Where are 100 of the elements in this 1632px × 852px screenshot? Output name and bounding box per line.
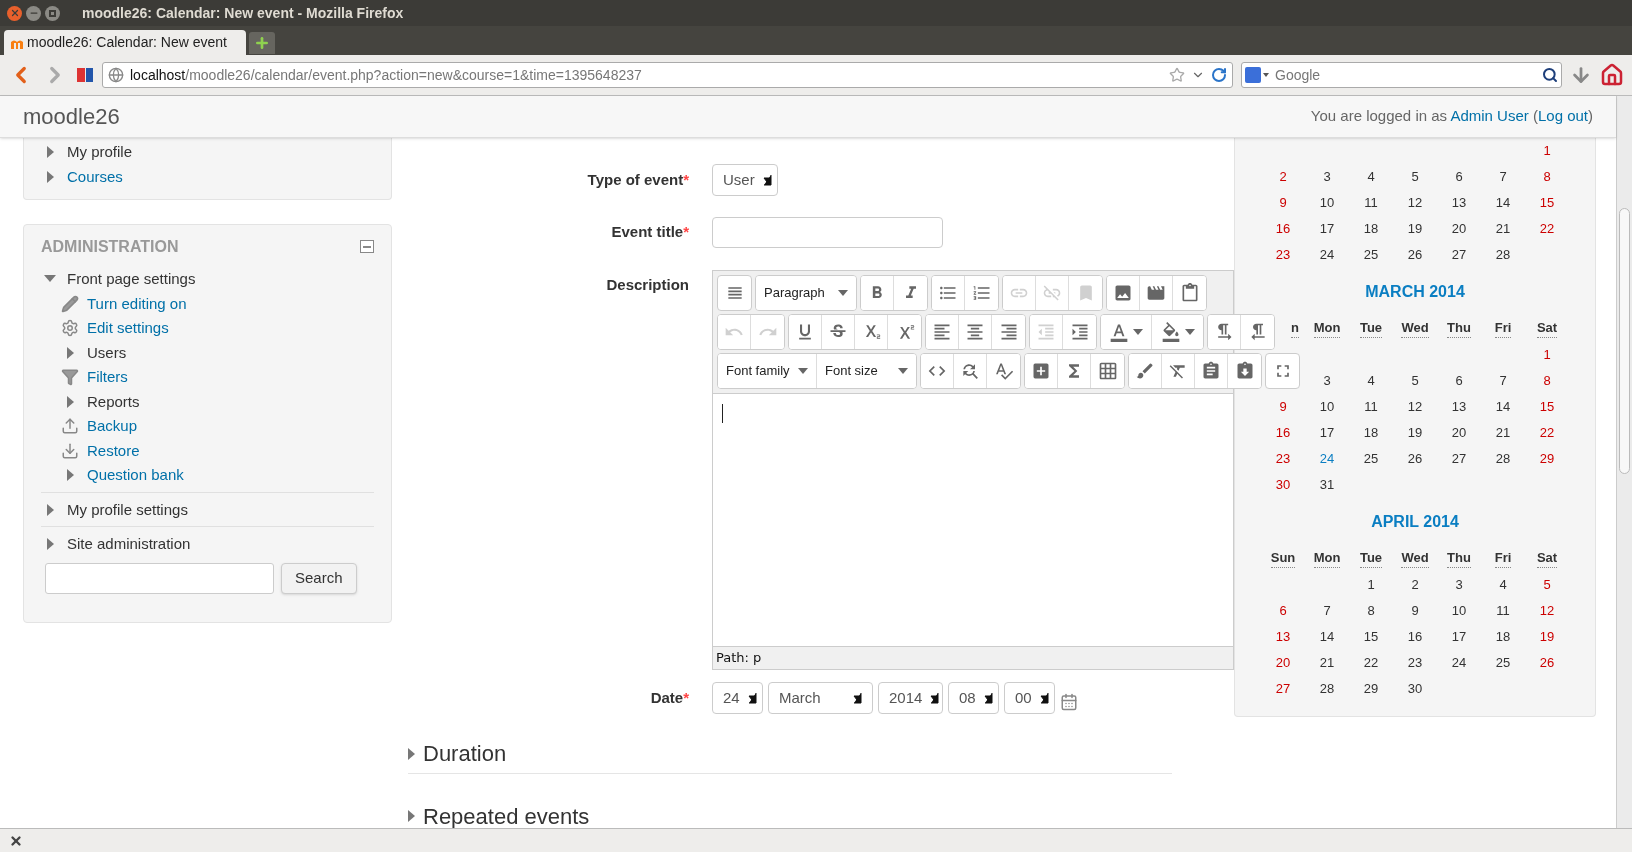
search-bar[interactable]: Google <box>1241 62 1562 88</box>
toolbar-button[interactable] <box>1107 276 1140 310</box>
calendar-day[interactable]: 25 <box>1363 449 1379 469</box>
nav-link[interactable]: Restore <box>87 439 140 462</box>
nav-link[interactable]: Question bank <box>87 464 184 487</box>
calendar-day[interactable]: 11 <box>1364 397 1378 417</box>
calendar-day[interactable]: 27 <box>1275 679 1291 699</box>
calendar-day[interactable]: 23 <box>1275 245 1291 265</box>
calendar-day[interactable]: 19 <box>1407 423 1423 443</box>
calendar-day[interactable]: 28 <box>1319 679 1335 699</box>
calendar-day[interactable]: 10 <box>1319 193 1335 213</box>
calendar-day[interactable]: 21 <box>1319 653 1335 673</box>
calendar-day[interactable]: 22 <box>1539 219 1555 239</box>
calendar-day[interactable]: 12 <box>1539 601 1555 621</box>
nav-item[interactable]: Users <box>87 341 127 364</box>
toolbar-button[interactable] <box>932 276 965 310</box>
calendar-day[interactable]: 4 <box>1499 575 1507 595</box>
calendar-day[interactable]: 30 <box>1407 679 1423 699</box>
calendar-day[interactable]: 8 <box>1543 371 1551 391</box>
calendar-day[interactable]: 24 <box>1451 653 1467 673</box>
calendar-day[interactable]: 23 <box>1275 449 1291 469</box>
toolbar-button[interactable] <box>861 276 894 310</box>
nav-link[interactable]: Backup <box>87 415 138 438</box>
toolbar-button[interactable] <box>1101 315 1152 349</box>
calendar-day[interactable]: 26 <box>1407 245 1423 265</box>
calendar-day[interactable]: 27 <box>1451 245 1467 265</box>
calendar-day[interactable]: 23 <box>1407 653 1423 673</box>
toolbar-button[interactable] <box>789 315 822 349</box>
calendar-day[interactable]: 4 <box>1367 371 1375 391</box>
calendar-day[interactable]: 2 <box>1411 575 1419 595</box>
toolbar-button[interactable] <box>1265 353 1300 389</box>
calendar-day[interactable]: 15 <box>1539 193 1555 213</box>
calendar-day[interactable]: 31 <box>1319 475 1335 495</box>
calendar-day[interactable]: 2 <box>1279 167 1287 187</box>
calendar-day[interactable]: 22 <box>1539 423 1555 443</box>
calendar-day[interactable]: 9 <box>1279 193 1287 213</box>
calendar-day[interactable]: 10 <box>1319 397 1335 417</box>
calendar-day[interactable]: 11 <box>1364 193 1378 213</box>
calendar-day[interactable]: 8 <box>1367 601 1375 621</box>
date-select[interactable]: 00 <box>1004 682 1055 714</box>
date-select[interactable]: March <box>768 682 873 714</box>
logout-link[interactable]: Log out <box>1537 107 1588 125</box>
user-link[interactable]: Admin User <box>1450 107 1529 125</box>
toolbar-button[interactable] <box>921 354 954 388</box>
toolbar-button[interactable] <box>717 275 752 311</box>
calendar-day[interactable]: 25 <box>1495 653 1511 673</box>
collapse-icon[interactable] <box>360 240 374 254</box>
addon-icon[interactable] <box>76 66 94 84</box>
calendar-day[interactable]: 7 <box>1323 601 1331 621</box>
calendar-day[interactable]: 7 <box>1499 167 1507 187</box>
calendar-day[interactable]: 13 <box>1451 193 1467 213</box>
calendar-day[interactable]: 18 <box>1363 423 1379 443</box>
calendar-day[interactable]: 17 <box>1451 627 1467 647</box>
calendar-day[interactable]: 9 <box>1411 601 1419 621</box>
calendar-day[interactable]: 1 <box>1367 575 1375 595</box>
calendar-day[interactable]: 14 <box>1495 193 1511 213</box>
calendar-day[interactable]: 28 <box>1495 449 1511 469</box>
search-icon[interactable] <box>1542 67 1558 83</box>
toolbar-button[interactable] <box>1208 315 1241 349</box>
calendar-day[interactable]: 26 <box>1407 449 1423 469</box>
toolbar-button[interactable] <box>926 315 959 349</box>
nav-link[interactable]: Courses <box>67 165 123 188</box>
calendar-day[interactable]: 22 <box>1363 653 1379 673</box>
nav-item[interactable]: My profile <box>67 141 133 164</box>
toolbar-dropdown[interactable]: Font family <box>718 354 817 388</box>
event-type-select[interactable]: User <box>712 164 778 196</box>
calendar-day[interactable]: 15 <box>1539 397 1555 417</box>
home-icon[interactable] <box>1600 63 1624 87</box>
calendar-day[interactable]: 18 <box>1363 219 1379 239</box>
scrollbar[interactable] <box>1616 96 1632 828</box>
toolbar-button[interactable] <box>1025 354 1058 388</box>
calendar-day[interactable]: 20 <box>1451 423 1467 443</box>
calendar-day[interactable]: 3 <box>1455 575 1463 595</box>
date-select[interactable]: 2014 <box>878 682 943 714</box>
toolbar-dropdown[interactable]: Paragraph <box>756 276 856 310</box>
calendar-day[interactable]: 5 <box>1411 371 1419 391</box>
nav-link[interactable]: Filters <box>87 366 128 389</box>
calendar-day[interactable]: 29 <box>1363 679 1379 699</box>
calendar-day[interactable]: 16 <box>1275 423 1291 443</box>
calendar-day[interactable]: 24 <box>1319 449 1335 469</box>
calendar-icon[interactable] <box>1060 693 1078 711</box>
calendar-day[interactable]: 17 <box>1319 219 1335 239</box>
calendar-day[interactable]: 14 <box>1495 397 1511 417</box>
close-window-button[interactable] <box>7 5 22 21</box>
calendar-day[interactable]: 21 <box>1495 423 1511 443</box>
calendar-day[interactable]: 21 <box>1495 219 1511 239</box>
calendar-day[interactable]: 26 <box>1539 653 1555 673</box>
calendar-day[interactable]: 9 <box>1279 397 1287 417</box>
calendar-day[interactable]: 12 <box>1407 397 1423 417</box>
calendar-day[interactable]: 5 <box>1543 575 1551 595</box>
calendar-day[interactable]: 29 <box>1539 449 1555 469</box>
search-field[interactable]: Google <box>1275 64 1536 86</box>
minimize-window-button[interactable] <box>26 5 41 21</box>
reload-icon[interactable] <box>1211 67 1227 83</box>
calendar-day[interactable]: 12 <box>1407 193 1423 213</box>
search-field[interactable] <box>45 562 274 594</box>
date-select[interactable]: 08 <box>948 682 999 714</box>
new-tab-button[interactable] <box>249 32 275 54</box>
calendar-day[interactable]: 25 <box>1363 245 1379 265</box>
nav-item[interactable]: Site administration <box>67 533 191 556</box>
